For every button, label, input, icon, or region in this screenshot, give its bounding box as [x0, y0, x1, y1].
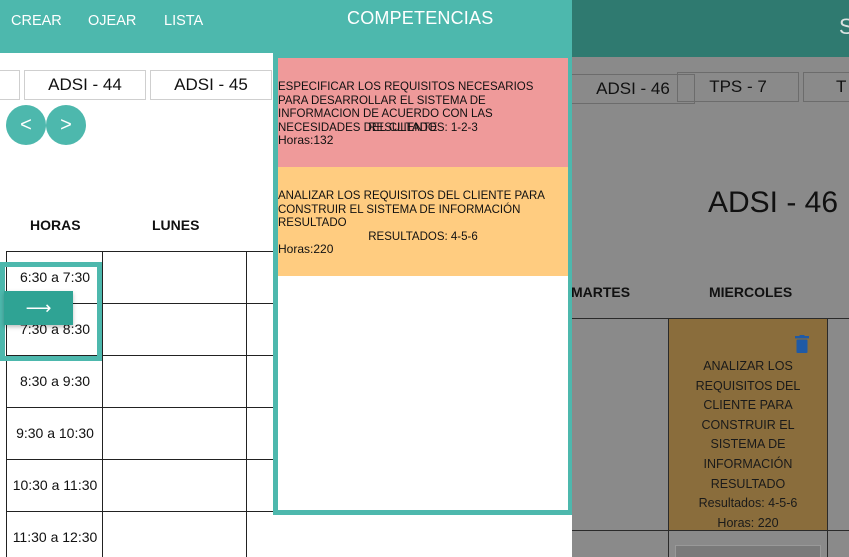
column-header-lunes: LUNES: [152, 217, 200, 233]
arrow-right-icon: ⟶: [25, 297, 52, 318]
prev-button[interactable]: <: [6, 105, 46, 145]
tab-previous-partial[interactable]: [0, 70, 20, 100]
menu-crear[interactable]: CREAR: [11, 13, 62, 29]
schedule-cell-lunes[interactable]: [103, 460, 246, 511]
time-slot: 8:30 a 9:30: [19, 373, 91, 389]
tab-partial[interactable]: T: [803, 72, 849, 102]
settings-icon[interactable]: S: [839, 8, 849, 46]
competencia-card[interactable]: ESPECIFICAR LOS REQUISITOS NECESARIOS PA…: [278, 58, 568, 167]
top-bar: CREAR OJEAR LISTA COMPETENCIAS: [0, 0, 572, 53]
tab-adsi-45[interactable]: ADSI - 45: [150, 70, 272, 100]
column-header-martes: MARTES: [571, 284, 631, 300]
tab-tps-7[interactable]: TPS - 7: [677, 72, 799, 102]
competencia-horas: Horas:220: [278, 242, 334, 256]
schedule-cell-lunes[interactable]: [103, 252, 246, 303]
time-slot: 11:30 a 12:30: [12, 529, 98, 545]
schedule-cell-lunes[interactable]: [103, 408, 246, 459]
scheduled-card-partial[interactable]: [675, 545, 821, 557]
schedule-cell-lunes[interactable]: [103, 356, 246, 407]
competencia-horas: Horas:132: [278, 133, 334, 147]
schedule-cell-lunes[interactable]: [103, 304, 246, 355]
trash-icon[interactable]: [795, 335, 809, 353]
card-horas: Horas: 220: [717, 515, 779, 530]
card-description: ANALIZAR LOS REQUISITOS DEL CLIENTE PARA…: [695, 359, 801, 491]
menu-lista[interactable]: LISTA: [164, 13, 203, 29]
main-panel: CREAR OJEAR LISTA COMPETENCIAS ADSI - 44…: [0, 0, 572, 557]
time-slot: 10:30 a 11:30: [12, 477, 98, 493]
grid-line: [246, 251, 247, 557]
time-slot: 9:30 a 10:30: [16, 425, 94, 441]
grid-line: [6, 511, 274, 512]
next-button[interactable]: >: [46, 105, 86, 145]
competencias-title: COMPETENCIAS: [347, 8, 494, 28]
menu-ojear[interactable]: OJEAR: [88, 13, 136, 29]
group-heading: ADSI - 46: [708, 186, 839, 219]
grid-line: [827, 318, 828, 557]
arrow-right-button[interactable]: ⟶: [4, 291, 73, 325]
competencia-card[interactable]: ANALIZAR LOS REQUISITOS DEL CLIENTE PARA…: [278, 167, 568, 276]
competencia-description: ANALIZAR LOS REQUISITOS DEL CLIENTE PARA…: [278, 190, 545, 230]
column-header-miercoles: MIERCOLES: [709, 284, 793, 300]
card-text: ANALIZAR LOS REQUISITOS DEL CLIENTE PARA…: [673, 357, 823, 533]
column-header-horas: HORAS: [30, 217, 81, 233]
card-resultados: Resultados: 4-5-6: [698, 496, 798, 511]
scheduled-competencia-card[interactable]: ANALIZAR LOS REQUISITOS DEL CLIENTE PARA…: [669, 319, 827, 530]
tab-adsi-44[interactable]: ADSI - 44: [24, 70, 146, 100]
competencias-panel: ESPECIFICAR LOS REQUISITOS NECESARIOS PA…: [273, 53, 572, 515]
